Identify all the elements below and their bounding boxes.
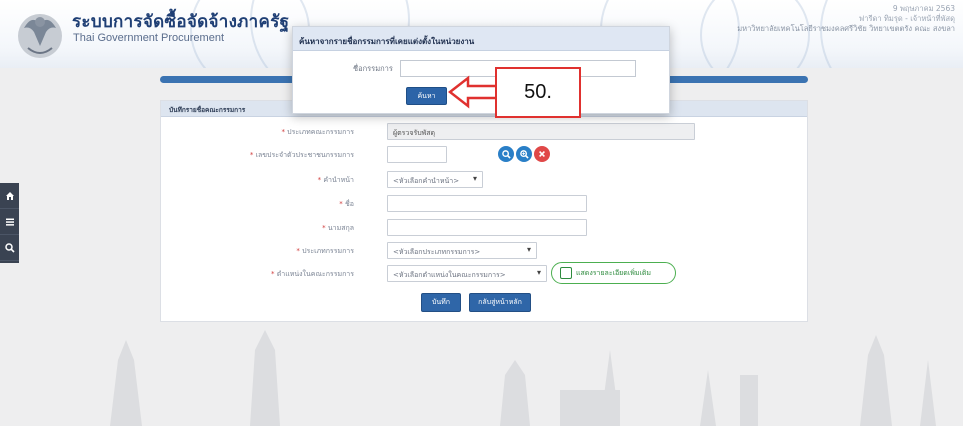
search-committee-button[interactable]	[498, 146, 514, 162]
search-icon	[4, 242, 15, 253]
committee-id-input[interactable]	[387, 146, 447, 163]
clear-button[interactable]	[534, 146, 550, 162]
modal-title: ค้นหาจากรายชื่อกรรมการที่เคยแต่งตั้งในหน…	[293, 27, 669, 51]
row-position: * ตำแหน่งในคณะกรรมการ <หัวเลือกตำแหน่งใน…	[161, 262, 809, 284]
back-to-main-button[interactable]: กลับสู่หน้าหลัก	[469, 293, 531, 312]
close-icon	[539, 151, 545, 157]
save-button[interactable]: บันทึก	[421, 293, 461, 312]
member-type-label: * ประเภทกรรมการ	[296, 247, 354, 255]
show-more-details-label: แสดงรายละเอียดเพิ่มเติม	[576, 268, 652, 277]
row-last-name: * นามสกุล	[161, 219, 809, 237]
current-date: 9 พฤษภาคม 2563	[892, 4, 955, 13]
first-name-label: * ชื่อ	[339, 200, 354, 208]
user-name: ฟารีดา ทิมรุด - เจ้าหน้าที่พัสดุ	[858, 14, 955, 23]
committee-type-label: * ประเภทคณะกรรมการ	[281, 128, 354, 136]
search-nav-button[interactable]	[0, 235, 19, 261]
row-actions: บันทึก กลับสู่หน้าหลัก	[161, 293, 809, 312]
menu-nav-button[interactable]	[0, 209, 19, 235]
magnifier-icon	[501, 149, 511, 159]
prefix-label: * คำนำหน้า	[317, 176, 354, 184]
user-info: 9 พฤษภาคม 2563 ฟารีดา ทิมรุด - เจ้าหน้าท…	[737, 4, 955, 34]
row-member-type: * ประเภทกรรมการ <หัวเลือกประเภทกรรมการ>	[161, 242, 809, 260]
show-more-details-button[interactable]: แสดงรายละเอียดเพิ่มเติม	[551, 262, 676, 284]
last-name-label: * นามสกุล	[322, 224, 354, 232]
row-committee-type: * ประเภทคณะกรรมการ ผู้ตรวจรับพัสดุ	[161, 123, 809, 141]
row-prefix: * คำนำหน้า <หัวเลือกคำนำหน้า>	[161, 171, 809, 189]
committee-id-label: * เลขประจำตัวประชาชนกรรมการ	[249, 151, 354, 159]
site-title: ระบบการจัดซื้อจัดจ้างภาครัฐ	[72, 12, 290, 32]
user-organization: มหาวิทยาลัยเทคโนโลยีราชมงคลศรีวิชัย วิทย…	[737, 24, 955, 33]
menu-icon	[5, 218, 14, 226]
edit-icon	[560, 267, 572, 279]
member-type-select[interactable]: <หัวเลือกประเภทกรรมการ>	[387, 242, 537, 259]
skyline-decoration-icon	[110, 330, 936, 426]
committee-form-card: บันทึกรายชื่อคณะกรรมการ * ประเภทคณะกรรมก…	[160, 100, 808, 322]
position-label: * ตำแหน่งในคณะกรรมการ	[271, 270, 354, 278]
annotation-arrow-icon	[448, 75, 500, 109]
last-name-input[interactable]	[387, 219, 587, 236]
row-first-name: * ชื่อ	[161, 195, 809, 213]
first-name-input[interactable]	[387, 195, 587, 212]
row-committee-id: * เลขประจำตัวประชาชนกรรมการ	[161, 146, 809, 164]
side-nav	[0, 183, 19, 263]
search-plus-button[interactable]	[516, 146, 532, 162]
prefix-select[interactable]: <หัวเลือกคำนำหน้า>	[387, 171, 483, 188]
position-select[interactable]: <หัวเลือกตำแหน่งในคณะกรรมการ>	[387, 265, 547, 282]
zoom-in-icon	[519, 149, 529, 159]
step-annotation: 50.	[495, 67, 581, 118]
garuda-logo-icon	[18, 14, 62, 58]
modal-search-button[interactable]: ค้นหา	[406, 87, 447, 105]
home-icon	[5, 191, 14, 200]
committee-name-label: ชื่อกรรมการ	[353, 64, 393, 73]
home-nav-button[interactable]	[0, 183, 19, 209]
site-subtitle: Thai Government Procurement	[73, 32, 225, 44]
committee-type-field: ผู้ตรวจรับพัสดุ	[387, 123, 695, 140]
